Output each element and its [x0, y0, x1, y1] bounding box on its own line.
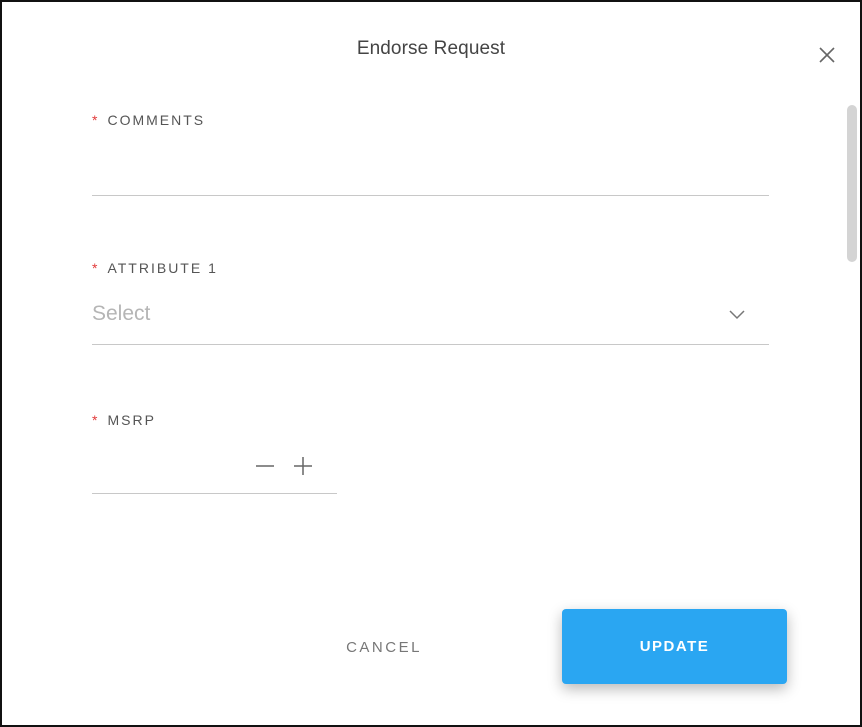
minus-icon [256, 465, 274, 467]
msrp-increment-button[interactable] [292, 455, 314, 477]
required-marker: * [92, 260, 98, 276]
plus-icon [294, 457, 312, 475]
attribute1-select-placeholder: Select [92, 302, 151, 325]
attribute1-label-text: ATTRIBUTE 1 [107, 260, 218, 276]
endorse-request-dialog: Endorse Request * COMMENTS * ATTRIBUTE 1 S… [0, 0, 862, 727]
msrp-label-text: MSRP [107, 412, 156, 428]
comments-input[interactable] [92, 154, 769, 190]
cancel-button[interactable]: CANCEL [324, 628, 444, 668]
comments-underline [92, 195, 769, 196]
msrp-decrement-button[interactable] [254, 455, 276, 477]
comments-label-text: COMMENTS [107, 112, 206, 128]
msrp-input[interactable] [92, 448, 247, 484]
msrp-underline [92, 493, 337, 494]
attribute1-select[interactable]: Select [92, 296, 769, 336]
required-marker: * [92, 112, 98, 128]
required-marker: * [92, 412, 98, 428]
update-button[interactable]: UPDATE [562, 609, 787, 684]
dialog-title: Endorse Request [356, 38, 506, 59]
msrp-label: * MSRP [92, 412, 156, 428]
attribute1-underline [92, 344, 769, 345]
comments-label: * COMMENTS [92, 112, 205, 128]
attribute1-label: * ATTRIBUTE 1 [92, 260, 218, 276]
chevron-down-icon [729, 310, 745, 320]
scrollbar-thumb[interactable] [847, 105, 857, 262]
close-icon [819, 47, 835, 63]
close-button[interactable] [817, 45, 837, 65]
